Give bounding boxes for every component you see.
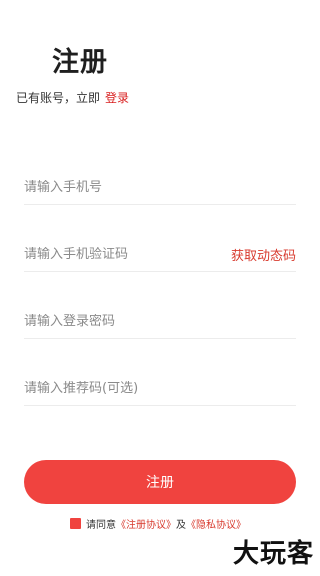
password-input[interactable] bbox=[24, 313, 296, 329]
referral-code-field bbox=[24, 371, 296, 406]
agreement-conjunction: 及 bbox=[176, 520, 186, 531]
login-link[interactable]: 登录 bbox=[105, 91, 129, 105]
verification-code-input[interactable] bbox=[24, 246, 231, 262]
referral-code-input[interactable] bbox=[24, 380, 296, 396]
verification-code-field: 获取动态码 bbox=[24, 237, 296, 272]
agree-checkbox[interactable] bbox=[70, 518, 81, 529]
phone-input[interactable] bbox=[24, 179, 296, 195]
login-prompt-text: 已有账号，立即 bbox=[16, 91, 101, 105]
watermark-logo: 大玩客 bbox=[232, 539, 314, 569]
get-code-button[interactable]: 获取动态码 bbox=[231, 245, 296, 264]
privacy-link[interactable]: 《隐私协议》 bbox=[186, 516, 246, 531]
password-field bbox=[24, 304, 296, 339]
agreement-prefix: 请同意 bbox=[86, 520, 116, 531]
phone-field bbox=[24, 170, 296, 205]
login-prompt: 已有账号，立即 登录 bbox=[16, 89, 129, 106]
register-button[interactable]: 注册 bbox=[24, 460, 296, 504]
page-title: 注册 bbox=[52, 47, 108, 78]
terms-link[interactable]: 《注册协议》 bbox=[116, 516, 176, 531]
agreement-row: 请同意 《注册协议》 及 《隐私协议》 bbox=[70, 516, 246, 531]
